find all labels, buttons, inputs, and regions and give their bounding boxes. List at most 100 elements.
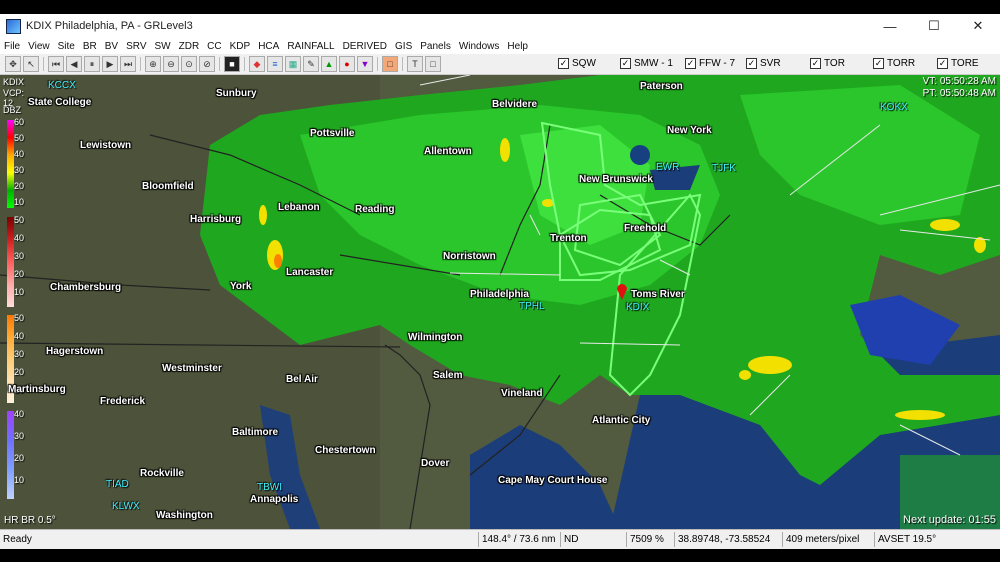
menu-br[interactable]: BR [79,41,101,52]
palette-icon[interactable]: ◆ [249,56,265,72]
minimize-button[interactable]: — [868,14,912,38]
triangle-purple-icon[interactable]: ▼ [357,56,373,72]
circle-red-icon[interactable]: ● [339,56,355,72]
city-label: Paterson [640,81,683,92]
radar-map[interactable]: KDIX VCP: 12 DBZ 60 50 40 30 20 10 50 40… [0,75,1000,529]
menu-derived[interactable]: DERIVED [339,41,391,52]
city-label: York [230,281,252,292]
pen-icon[interactable]: ✎ [303,56,319,72]
city-label: Chambersburg [50,282,122,293]
pause-icon[interactable]: ⏸ [84,56,100,72]
site-label[interactable]: TPHL [519,301,545,312]
city-label: Annapolis [250,494,299,505]
city-label: Allentown [424,146,472,157]
menu-cc[interactable]: CC [203,41,225,52]
menu-help[interactable]: Help [503,41,532,52]
site-label[interactable]: TBWI [257,482,282,493]
checkbox-icon[interactable]: ✓ [558,57,569,69]
checkbox-icon[interactable]: ✓ [685,57,696,69]
status-value: ND [560,532,626,547]
menu-rainfall[interactable]: RAINFALL [283,41,338,52]
site-label[interactable]: TJFK [712,163,736,174]
city-label: Norristown [443,251,496,262]
checkbox-icon[interactable]: ✓ [620,57,631,69]
radar-map-graphics [0,75,1000,529]
window-title: KDIX Philadelphia, PA - GRLevel3 [26,20,193,32]
city-label: Lebanon [278,202,320,213]
menu-gis[interactable]: GIS [391,41,416,52]
zoom-out-icon[interactable]: ⊖ [163,56,179,72]
blank-square-icon[interactable]: □ [425,56,441,72]
map-icon[interactable]: ▦ [285,56,301,72]
checkbox-icon[interactable]: ✓ [810,57,821,69]
next-update: Next update: 01:55 [903,514,996,526]
menu-panels[interactable]: Panels [416,41,455,52]
legend-tick: 40 [14,409,25,419]
legend-bar-2 [7,217,14,307]
menu-srv[interactable]: SRV [122,41,150,52]
city-label: New Brunswick [579,174,653,185]
status-azimuth: 148.4° / 73.6 nm [478,532,560,547]
checkbox-icon[interactable]: ✓ [873,57,884,69]
warn-toggle-svr[interactable]: ✓ SVR [746,55,781,71]
text-tool-icon[interactable]: T [407,56,423,72]
city-label: New York [667,125,712,136]
site-label[interactable]: KLWX [112,501,140,512]
warn-toggle-smw[interactable]: ✓ SMW - 1 [620,55,673,71]
bars-icon[interactable]: ≡ [267,56,283,72]
legend-tick: 40 [14,149,25,159]
last-frame-icon[interactable]: ⏭ [120,56,136,72]
menu-sw[interactable]: SW [151,41,175,52]
site-label[interactable]: EWR [656,162,679,173]
menu-bar: File View Site BR BV SRV SW ZDR CC KDP H… [0,38,1000,54]
first-frame-icon[interactable]: ⏮ [48,56,64,72]
maximize-button[interactable]: ☐ [912,14,956,38]
legend-bar-4 [7,411,14,499]
warn-toggle-tore[interactable]: ✓ TORE [937,55,979,71]
warn-toggle-sqw[interactable]: ✓ SQW [558,55,596,71]
triangle-green-icon[interactable]: ▲ [321,56,337,72]
legend-site: KDIX [3,77,25,87]
menu-kdp[interactable]: KDP [226,41,255,52]
city-label: Hagerstown [46,346,104,357]
toolbar: ✥ ↖ ⏮ ◀ ⏸ ▶ ⏭ ⊕ ⊖ ⊙ ⊘ ■ ◆ ≡ ▦ ✎ ▲ ● ▼ □ … [0,54,1000,75]
cursor-icon[interactable]: ↖ [23,56,39,72]
prev-frame-icon[interactable]: ◀ [66,56,82,72]
city-label: Sunbury [216,88,257,99]
menu-view[interactable]: View [24,41,54,52]
warn-toggle-tor[interactable]: ✓ TOR [810,55,845,71]
legend-tick: 30 [14,251,25,261]
city-label: Frederick [100,396,146,407]
pan-icon[interactable]: ✥ [5,56,21,72]
city-label: Lancaster [286,267,334,278]
zoom-in-icon[interactable]: ⊕ [145,56,161,72]
zoom-fit-icon[interactable]: ⊙ [181,56,197,72]
site-label[interactable]: KOKX [880,102,908,113]
city-label: Pottsville [310,128,355,139]
legend-tick: 30 [14,431,25,441]
square-orange-icon[interactable]: □ [382,56,398,72]
site-label[interactable]: TIAD [106,479,129,490]
site-label[interactable]: KCCX [48,80,76,91]
checkbox-icon[interactable]: ✓ [937,57,948,69]
checkbox-icon[interactable]: ✓ [746,57,757,69]
zoom-reset-icon[interactable]: ⊘ [199,56,215,72]
grlevel3-app-icon [6,18,21,34]
menu-zdr[interactable]: ZDR [175,41,204,52]
next-frame-icon[interactable]: ▶ [102,56,118,72]
legend-tick: 50 [14,133,25,143]
legend-tick: 30 [14,349,25,359]
legend-tick: 10 [14,197,25,207]
site-label[interactable]: KDIX [626,302,649,313]
menu-file[interactable]: File [0,41,24,52]
menu-windows[interactable]: Windows [455,41,504,52]
layer-black-icon[interactable]: ■ [224,56,240,72]
legend-tick: 50 [14,313,25,323]
menu-hca[interactable]: HCA [254,41,283,52]
close-button[interactable]: ✕ [956,14,1000,38]
warn-toggle-torr[interactable]: ✓ TORR [873,55,915,71]
city-label: Baltimore [232,427,279,438]
menu-site[interactable]: Site [54,41,79,52]
menu-bv[interactable]: BV [101,41,122,52]
warn-toggle-ffw[interactable]: ✓ FFW - 7 [685,55,735,71]
